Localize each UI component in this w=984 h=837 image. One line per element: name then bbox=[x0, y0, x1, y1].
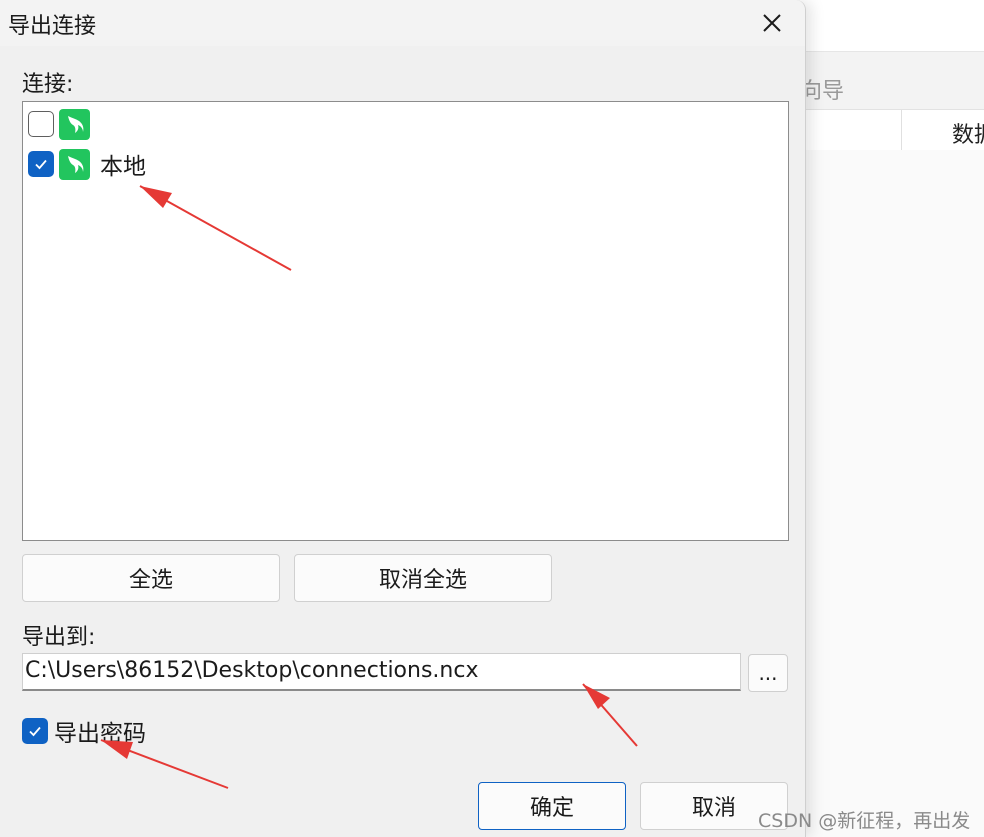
close-icon bbox=[763, 14, 781, 32]
connection-name: 本地 bbox=[100, 154, 146, 180]
export-password-option[interactable]: 导出密码 bbox=[22, 714, 146, 748]
export-path-input[interactable]: C:\Users\86152\Desktop\connections.ncx bbox=[22, 653, 741, 691]
export-password-label: 导出密码 bbox=[54, 721, 146, 747]
checkmark-icon bbox=[35, 159, 47, 170]
connections-label: 连接: bbox=[22, 72, 74, 97]
connection-item-redacted[interactable] bbox=[28, 107, 364, 141]
redacted-connection-name bbox=[108, 110, 364, 138]
export-connections-dialog: 导出连接 连接: 本地 全选 取消全选 导出到: C:\Users\86152\… bbox=[0, 0, 806, 837]
dialog-title: 导出连接 bbox=[8, 14, 97, 39]
close-button[interactable] bbox=[746, 4, 798, 42]
connection-item-local[interactable]: 本地 bbox=[28, 147, 146, 181]
watermark: CSDN @新征程，再出发 bbox=[758, 810, 971, 832]
select-all-button[interactable]: 全选 bbox=[22, 554, 280, 602]
connection-checkbox-unchecked[interactable] bbox=[28, 111, 54, 137]
screen: 向导 数据 导出连接 连接: bbox=[0, 0, 984, 837]
export-password-checkbox[interactable] bbox=[22, 718, 48, 744]
deselect-all-button[interactable]: 取消全选 bbox=[294, 554, 552, 602]
connection-checkbox-checked[interactable] bbox=[28, 151, 54, 177]
dialog-titlebar: 导出连接 bbox=[0, 0, 805, 46]
background-column-divider bbox=[901, 110, 902, 150]
browse-button[interactable]: ... bbox=[748, 654, 788, 692]
mysql-dolphin-icon bbox=[59, 108, 90, 140]
background-toolbar-wizard-label: 向导 bbox=[800, 79, 845, 104]
connections-list[interactable]: 本地 bbox=[22, 101, 789, 541]
background-column-header: 数据 bbox=[952, 123, 984, 148]
export-to-label: 导出到: bbox=[22, 625, 96, 650]
ok-button[interactable]: 确定 bbox=[478, 782, 626, 830]
checkmark-icon bbox=[29, 726, 41, 737]
mysql-dolphin-icon bbox=[59, 148, 90, 180]
